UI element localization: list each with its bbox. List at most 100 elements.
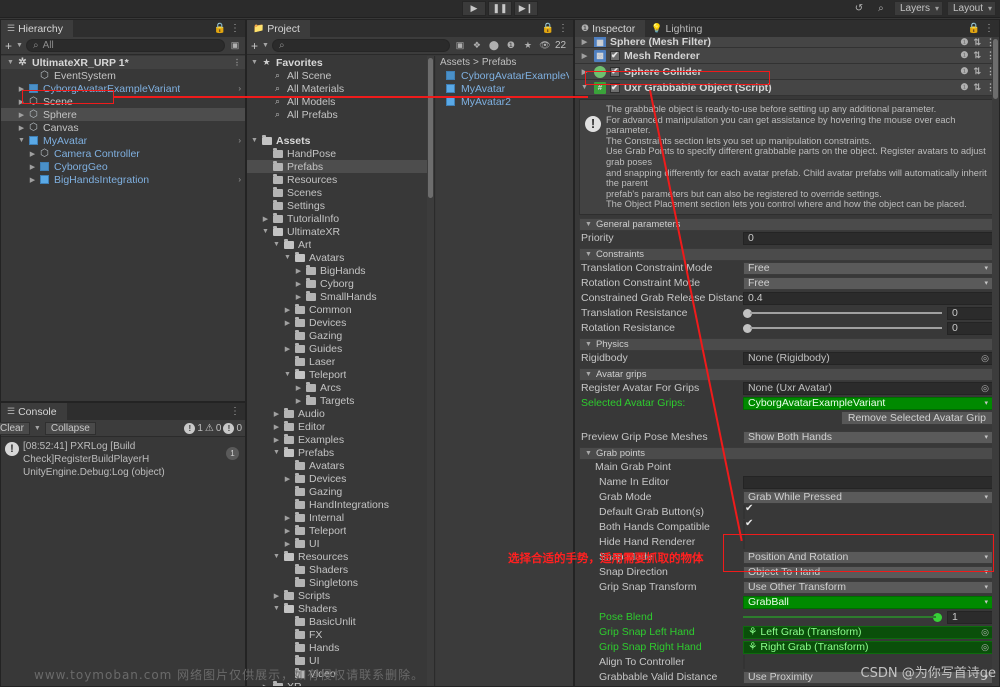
tree-toggle-icon[interactable] (271, 553, 282, 560)
scene-visibility-icon[interactable]: ▣ (228, 39, 242, 52)
chevron-down-icon[interactable]: ▼ (16, 42, 23, 49)
save-filter-icon[interactable]: ▣ (453, 39, 467, 52)
project-tree-item-laser[interactable]: Laser (247, 355, 434, 368)
component-enabled-checkbox[interactable] (610, 66, 620, 77)
tree-toggle-icon[interactable] (27, 163, 38, 171)
snap-direction-dropdown[interactable]: Object To Hand (743, 565, 993, 579)
lock-icon[interactable]: 🔒 (968, 23, 980, 34)
priority-input[interactable]: 0 (743, 231, 993, 245)
hierarchy-item-myavatar[interactable]: MyAvatar › (1, 134, 245, 147)
tree-toggle-icon[interactable] (293, 267, 304, 275)
breadcrumb-prefabs[interactable]: Prefabs (482, 57, 516, 68)
tree-toggle-icon[interactable] (293, 293, 304, 301)
grip-snap-transform-dropdown[interactable]: Use Other Transform (743, 580, 993, 594)
warning-counter[interactable]: ⚠ 0 (205, 423, 222, 434)
hierarchy-search-input[interactable]: ⌕ All (25, 39, 225, 52)
name-in-editor-input[interactable] (743, 475, 993, 489)
project-tree-item-resources[interactable]: Resources (247, 173, 434, 186)
lock-icon[interactable]: 🔒 (542, 23, 554, 34)
section-constraints[interactable]: ▼ Constraints (579, 247, 995, 261)
tab-lighting[interactable]: 💡 Lighting (645, 20, 713, 37)
tree-toggle-icon[interactable] (260, 228, 271, 235)
tree-toggle-icon[interactable] (293, 280, 304, 288)
tree-toggle-icon[interactable] (282, 371, 293, 378)
hierarchy-item-cyborggeo[interactable]: CyborgGeo (1, 160, 245, 173)
inspector-scrollbar[interactable] (992, 37, 999, 686)
preview-grip-meshes-dropdown[interactable]: Show Both Hands (743, 430, 993, 444)
hierarchy-item-cyborgavatarexamplevariant[interactable]: CyborgAvatarExampleVariant › (1, 82, 245, 95)
rotation-constraint-dropdown[interactable]: Free (743, 276, 993, 290)
tree-toggle-icon[interactable] (16, 124, 27, 132)
project-tree-item-hands[interactable]: Hands (247, 641, 434, 654)
project-tree-item-teleport[interactable]: Teleport (247, 368, 434, 381)
breadcrumb-assets[interactable]: Assets (440, 57, 470, 68)
component-enabled-checkbox[interactable] (610, 50, 620, 61)
tree-toggle-icon[interactable] (271, 449, 282, 456)
snap-mode-dropdown[interactable]: Position And Rotation (743, 550, 993, 564)
tree-toggle-icon[interactable] (282, 254, 293, 261)
component-header-mesh-renderer[interactable]: ▩ Mesh Renderer ❶⇅⋮ (575, 48, 999, 64)
grab-mode-dropdown[interactable]: Grab While Pressed (743, 490, 993, 504)
step-button[interactable]: ▶❙ (514, 1, 538, 16)
project-tree-item-scripts[interactable]: Scripts (247, 589, 434, 602)
tree-toggle-icon[interactable] (16, 98, 27, 106)
tree-toggle-icon[interactable] (282, 527, 293, 535)
section-grab-points[interactable]: ▼ Grab points (579, 446, 995, 460)
project-tree-item-resources[interactable]: Resources (247, 550, 434, 563)
tree-toggle-icon[interactable] (260, 683, 271, 687)
prefab-open-icon[interactable]: › (238, 175, 241, 184)
project-tree-item-devices[interactable]: Devices (247, 316, 434, 329)
project-tree-item-ui[interactable]: UI (247, 537, 434, 550)
project-tree-item-prefabs[interactable]: Prefabs (247, 446, 434, 459)
kebab-menu-icon[interactable]: ⋮ (558, 23, 568, 34)
tree-toggle-icon[interactable] (27, 150, 38, 158)
slider-track[interactable] (750, 312, 942, 315)
pause-button[interactable]: ❚❚ (488, 1, 512, 16)
translation-resistance-slider[interactable] (743, 308, 942, 318)
translation-resistance-value[interactable]: 0 (947, 306, 993, 320)
search-icon[interactable]: ⌕ (872, 1, 890, 16)
field-main-grab-point[interactable]: Main Grab Point (575, 460, 999, 475)
hide-hand-renderer-checkbox[interactable] (743, 535, 745, 550)
project-tree-item-scenes[interactable]: Scenes (247, 186, 434, 199)
hierarchy-item-ultimatexr-urp-1[interactable]: ✲ UltimateXR_URP 1* ⋮ (1, 56, 245, 69)
asset-item-myavatar2[interactable]: MyAvatar2 (436, 95, 573, 108)
tree-toggle-icon[interactable] (271, 241, 282, 248)
history-icon[interactable]: ↺ (850, 1, 868, 16)
project-tree-item-editor[interactable]: Editor (247, 420, 434, 433)
chevron-right-icon[interactable] (579, 38, 590, 46)
tree-toggle-icon[interactable] (282, 540, 293, 548)
info-counter[interactable]: ! 0 (223, 422, 242, 434)
tree-toggle-icon[interactable] (271, 436, 282, 444)
grabbable-valid-distance-dropdown[interactable]: Use Proximity (743, 670, 993, 684)
tab-hierarchy[interactable]: ☰ Hierarchy (1, 20, 74, 37)
tree-toggle-icon[interactable] (5, 59, 16, 66)
tree-toggle-icon[interactable] (16, 137, 27, 144)
default-grab-button-checkbox[interactable] (743, 505, 745, 520)
tree-toggle-icon[interactable] (27, 176, 38, 184)
pose-blend-slider[interactable] (743, 612, 942, 622)
prefab-open-icon[interactable]: › (238, 136, 241, 145)
project-tree-item-gazing[interactable]: Gazing (247, 485, 434, 498)
selected-avatar-grips-dropdown[interactable]: CyborgAvatarExampleVariant (743, 396, 993, 410)
tree-toggle-icon[interactable] (271, 605, 282, 612)
project-tree-item-prefabs[interactable]: Prefabs (247, 160, 434, 173)
project-tree-item-devices[interactable]: Devices (247, 472, 434, 485)
tree-toggle-icon[interactable] (249, 59, 260, 66)
component-header-sphere-collider[interactable]: Sphere Collider ❶⇅⋮ (575, 64, 999, 80)
section-general-parameters[interactable]: ▼ General parameters (579, 217, 995, 231)
hierarchy-item-canvas[interactable]: ⬡ Canvas (1, 121, 245, 134)
grab-ball-dropdown[interactable]: GrabBall (743, 595, 993, 609)
project-tree-item-smallhands[interactable]: SmallHands (247, 290, 434, 303)
project-tree-item-audio[interactable]: Audio (247, 407, 434, 420)
tree-toggle-icon[interactable] (260, 215, 271, 223)
tree-toggle-icon[interactable] (271, 423, 282, 431)
error-counter[interactable]: ! 1 (184, 422, 203, 434)
hierarchy-item-eventsystem[interactable]: ⬡ EventSystem (1, 69, 245, 82)
kebab-menu-icon[interactable]: ⋮ (233, 58, 241, 67)
tree-toggle-icon[interactable] (271, 410, 282, 418)
project-tree-scrollbar[interactable] (427, 56, 434, 686)
hierarchy-item-sphere[interactable]: ⬡ Sphere (1, 108, 245, 121)
tree-toggle-icon[interactable] (282, 475, 293, 483)
tree-toggle-icon[interactable] (271, 592, 282, 600)
